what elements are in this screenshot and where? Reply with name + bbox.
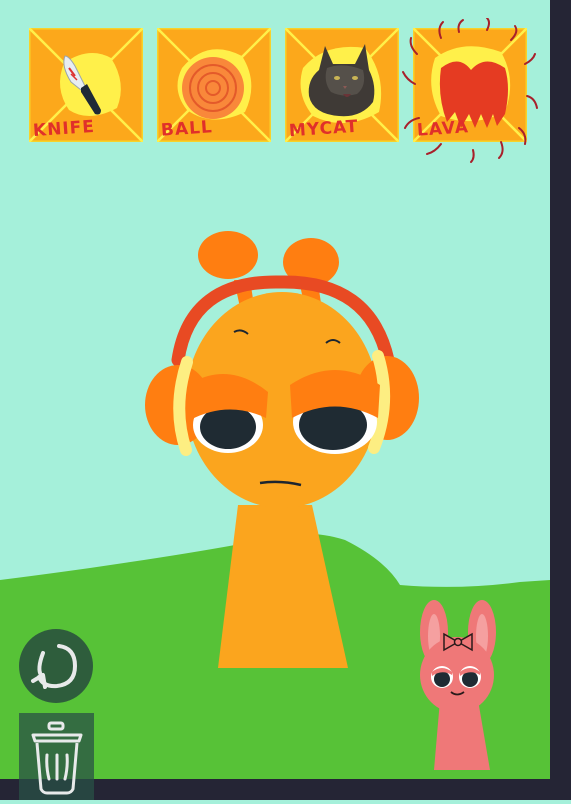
- item-tile-knife[interactable]: KNIFE: [29, 28, 143, 142]
- trash-can-icon: [31, 721, 83, 795]
- frame-right-border: [550, 0, 571, 800]
- cat-photo: [308, 44, 375, 117]
- reset-button[interactable]: [19, 629, 93, 703]
- item-tile-lava[interactable]: LAVA: [402, 18, 538, 163]
- trash-button[interactable]: [19, 713, 94, 800]
- ball-icon: [182, 57, 244, 119]
- item-label-ball: BALL: [160, 117, 214, 141]
- item-tile-mycat[interactable]: MYCAT: [285, 28, 399, 142]
- knife-icon: [63, 55, 101, 115]
- lava-icon: [402, 18, 538, 163]
- item-tile-ball[interactable]: BALL: [157, 28, 271, 142]
- rotate-arrow-icon: [31, 644, 78, 689]
- item-label-lava: LAVA: [416, 117, 470, 141]
